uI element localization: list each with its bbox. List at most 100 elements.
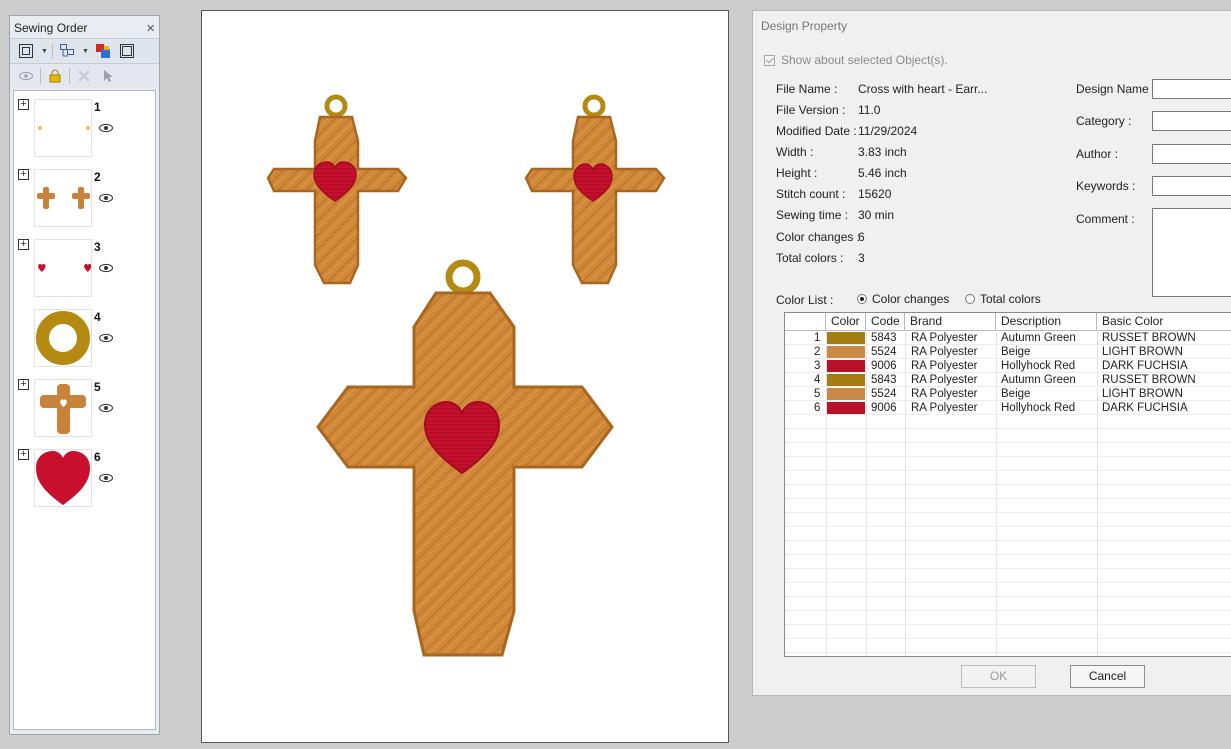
eye-icon[interactable] bbox=[98, 402, 114, 417]
large-cross[interactable] bbox=[316, 259, 614, 657]
show-about-label: Show about selected Object(s). bbox=[781, 53, 948, 67]
design-property-dialog: Design Property Show about selected Obje… bbox=[752, 10, 1231, 696]
grid-line bbox=[785, 484, 1231, 485]
color-swatch bbox=[827, 346, 865, 358]
select-button[interactable] bbox=[98, 67, 118, 85]
grid-line bbox=[785, 610, 1231, 611]
color-swatch bbox=[827, 360, 865, 372]
design-name-field[interactable] bbox=[1152, 79, 1231, 99]
grid-line bbox=[785, 652, 1231, 653]
comment-label: Comment : bbox=[1076, 212, 1135, 226]
author-field[interactable] bbox=[1152, 144, 1231, 164]
show-about-checkbox[interactable]: Show about selected Object(s). bbox=[764, 53, 948, 67]
grid-line bbox=[785, 512, 1231, 513]
item-number: 5 bbox=[94, 380, 101, 394]
chevron-down-icon[interactable]: ▼ bbox=[82, 48, 89, 55]
color-swatch bbox=[827, 388, 865, 400]
hierarchy-icon bbox=[59, 44, 74, 57]
radio-total-colors-label: Total colors bbox=[980, 292, 1041, 306]
eye-icon[interactable] bbox=[98, 262, 114, 277]
small-cross-right[interactable] bbox=[524, 94, 666, 285]
list-item[interactable]: + 1 bbox=[14, 91, 154, 161]
expand-icon[interactable]: + bbox=[18, 239, 29, 250]
checkbox-checked-icon[interactable] bbox=[764, 54, 775, 66]
grid-line bbox=[785, 526, 1231, 527]
item-number: 2 bbox=[94, 170, 101, 184]
list-item[interactable]: + 5 bbox=[14, 371, 154, 441]
comment-field[interactable] bbox=[1152, 208, 1231, 297]
thumbnail bbox=[34, 239, 92, 297]
grid-line bbox=[785, 554, 1231, 555]
eye-icon[interactable] bbox=[98, 472, 114, 487]
expand-icon[interactable]: + bbox=[18, 449, 29, 460]
table-row[interactable]: 1 5843 RA Polyester Autumn Green RUSSET … bbox=[785, 331, 1231, 345]
radio-selected-icon[interactable] bbox=[857, 294, 867, 304]
fit-view-button[interactable] bbox=[16, 42, 36, 60]
dialog-title: Design Property bbox=[761, 19, 848, 33]
lock-button[interactable] bbox=[45, 67, 65, 85]
color-order-button[interactable] bbox=[93, 42, 113, 60]
panel-title: Sewing Order × bbox=[10, 16, 159, 38]
eye-icon[interactable] bbox=[98, 192, 114, 207]
chevron-down-icon[interactable]: ▼ bbox=[41, 48, 48, 55]
eye-icon[interactable] bbox=[98, 122, 114, 137]
item-number: 6 bbox=[94, 450, 101, 464]
grid-line bbox=[785, 596, 1231, 597]
ok-button[interactable]: OK bbox=[961, 665, 1036, 688]
thumbnail bbox=[34, 309, 92, 367]
grid-line bbox=[785, 456, 1231, 457]
col-description[interactable]: Description bbox=[996, 313, 1097, 330]
color-table[interactable]: Color Code Brand Description Basic Color… bbox=[784, 312, 1231, 657]
expand-icon[interactable]: + bbox=[18, 99, 29, 110]
cancel-button[interactable]: Cancel bbox=[1070, 665, 1145, 688]
table-row[interactable]: 3 9006 RA Polyester Hollyhock Red DARK F… bbox=[785, 359, 1231, 373]
group-button[interactable] bbox=[57, 42, 77, 60]
list-item[interactable]: + 6 bbox=[14, 441, 154, 511]
sewing-toolbar-1: ▼ ▼ bbox=[10, 38, 159, 63]
design-canvas[interactable] bbox=[201, 10, 729, 743]
grid-line bbox=[785, 498, 1231, 499]
list-item[interactable]: + 3 bbox=[14, 231, 154, 301]
grid-line bbox=[785, 582, 1231, 583]
table-row[interactable]: 5 5524 RA Polyester Beige LIGHT BROWN bbox=[785, 387, 1231, 401]
expand-icon[interactable]: + bbox=[18, 379, 29, 390]
toolbar-divider bbox=[69, 68, 70, 84]
grid-line bbox=[785, 428, 1231, 429]
category-field[interactable] bbox=[1152, 111, 1231, 131]
col-basic-color[interactable]: Basic Color bbox=[1097, 313, 1231, 330]
grid-line bbox=[785, 470, 1231, 471]
keywords-field[interactable] bbox=[1152, 176, 1231, 196]
table-row[interactable]: 2 5524 RA Polyester Beige LIGHT BROWN bbox=[785, 345, 1231, 359]
lock-icon bbox=[49, 69, 61, 83]
col-brand[interactable]: Brand bbox=[905, 313, 996, 330]
col-index bbox=[785, 313, 826, 330]
design-name-label: Design Name : bbox=[1076, 82, 1156, 96]
col-code[interactable]: Code bbox=[866, 313, 905, 330]
list-item[interactable]: + 2 bbox=[14, 161, 154, 231]
expand-icon[interactable]: + bbox=[18, 169, 29, 180]
radio-total-colors[interactable]: Total colors bbox=[965, 292, 1041, 306]
category-label: Category : bbox=[1076, 114, 1132, 128]
list-item[interactable]: 4 bbox=[14, 301, 154, 371]
frame-button[interactable] bbox=[117, 42, 137, 60]
color-blocks-icon bbox=[95, 44, 110, 58]
small-cross-left[interactable] bbox=[266, 94, 408, 285]
delete-icon bbox=[78, 70, 90, 82]
thumbnail bbox=[34, 169, 92, 227]
delete-button[interactable] bbox=[74, 67, 94, 85]
eye-icon[interactable] bbox=[98, 332, 114, 347]
table-row[interactable]: 6 9006 RA Polyester Hollyhock Red DARK F… bbox=[785, 401, 1231, 415]
sewing-order-panel: Sewing Order × ▼ ▼ + 1 + 2 + 3 4 + 5 + 6 bbox=[9, 15, 160, 735]
color-list-label: Color List : bbox=[776, 293, 834, 307]
radio-color-changes[interactable]: Color changes bbox=[857, 292, 949, 306]
visibility-button[interactable] bbox=[16, 67, 36, 85]
cursor-icon bbox=[104, 70, 113, 82]
close-icon[interactable]: × bbox=[146, 17, 155, 41]
toolbar-divider bbox=[40, 68, 41, 84]
table-row[interactable]: 4 5843 RA Polyester Autumn Green RUSSET … bbox=[785, 373, 1231, 387]
radio-color-changes-label: Color changes bbox=[872, 292, 950, 306]
radio-unselected-icon[interactable] bbox=[965, 294, 975, 304]
grid-line bbox=[785, 540, 1231, 541]
grid-line bbox=[785, 568, 1231, 569]
col-color[interactable]: Color bbox=[826, 313, 866, 330]
